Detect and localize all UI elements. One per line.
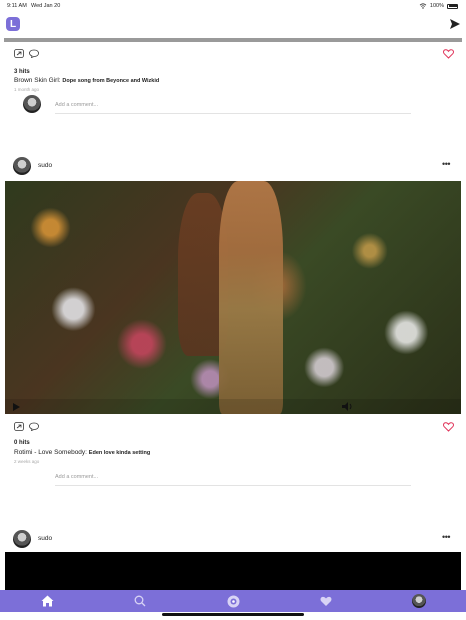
comment-icon[interactable] bbox=[29, 422, 39, 431]
home-indicator bbox=[162, 613, 304, 616]
post-2-video-frame bbox=[5, 181, 461, 414]
post-3-video[interactable] bbox=[5, 552, 461, 590]
status-right: 100% bbox=[419, 3, 458, 9]
app-logo[interactable]: L bbox=[6, 17, 20, 31]
post-3-more-button[interactable]: ••• bbox=[442, 532, 450, 542]
tab-home[interactable] bbox=[40, 594, 54, 608]
wifi-icon bbox=[419, 3, 427, 9]
status-bar: 9:11 AM Wed Jan 20 100% bbox=[0, 0, 466, 12]
post-1-actions bbox=[14, 49, 39, 58]
send-icon[interactable] bbox=[449, 18, 461, 30]
upload-progress-bar bbox=[4, 38, 462, 42]
search-icon bbox=[134, 595, 146, 607]
tab-search[interactable] bbox=[133, 594, 147, 608]
post-3-user-avatar[interactable] bbox=[13, 530, 31, 548]
commenter-avatar bbox=[23, 95, 41, 113]
volume-icon[interactable] bbox=[342, 402, 354, 411]
status-time: 9:11 AM bbox=[7, 3, 27, 9]
like-heart-icon[interactable] bbox=[443, 422, 454, 432]
post-2-hits: 0 hits bbox=[14, 440, 30, 446]
post-3-header: sudo ••• bbox=[0, 526, 466, 552]
video-figure-right bbox=[219, 181, 284, 414]
comment-icon[interactable] bbox=[29, 49, 39, 58]
share-icon[interactable] bbox=[14, 49, 24, 58]
post-2-user-avatar[interactable] bbox=[13, 157, 31, 175]
post-3-username[interactable]: sudo bbox=[38, 535, 52, 542]
post-1-hits: 3 hits bbox=[14, 69, 30, 75]
post-1-description: Dope song from Beyonce and Wizkid bbox=[62, 78, 160, 84]
post-1-time: 1 month ago bbox=[14, 87, 40, 92]
play-icon[interactable] bbox=[13, 403, 20, 411]
post-2-time: 2 weeks ago bbox=[14, 459, 40, 464]
post-2-description: Eden love kinda setting bbox=[88, 450, 151, 456]
post-2-caption: Rotimi - Love Somebody: Eden love kinda … bbox=[14, 449, 150, 456]
post-2-more-button[interactable]: ••• bbox=[442, 159, 450, 169]
post-2-video[interactable] bbox=[5, 181, 461, 414]
profile-avatar bbox=[412, 594, 426, 608]
top-bar: L bbox=[0, 12, 466, 40]
tab-favorites[interactable] bbox=[319, 594, 333, 608]
record-icon bbox=[227, 595, 239, 607]
battery-percent: 100% bbox=[429, 3, 444, 9]
home-icon bbox=[41, 595, 53, 607]
post-2-username[interactable]: sudo bbox=[38, 162, 52, 169]
post-2-comment-input[interactable]: Add a comment... bbox=[55, 474, 411, 486]
like-heart-icon[interactable] bbox=[443, 49, 454, 59]
share-icon[interactable] bbox=[14, 422, 24, 431]
battery-icon bbox=[447, 3, 458, 9]
post-1-caption: Brown Skin Girl: Dope song from Beyonce … bbox=[14, 77, 159, 84]
post-2-actions bbox=[14, 422, 39, 431]
heart-icon bbox=[320, 596, 332, 606]
tab-record[interactable] bbox=[226, 594, 240, 608]
tab-profile[interactable] bbox=[412, 594, 426, 608]
video-controls bbox=[5, 399, 461, 414]
post-2-header: sudo ••• bbox=[0, 153, 466, 179]
tab-bar bbox=[0, 590, 466, 612]
post-1-song: Brown Skin Girl: bbox=[14, 77, 61, 84]
post-2-song: Rotimi - Love Somebody: bbox=[14, 449, 87, 456]
post-1-comment-input[interactable]: Add a comment... bbox=[55, 102, 411, 114]
status-date: Wed Jan 20 bbox=[31, 3, 61, 9]
